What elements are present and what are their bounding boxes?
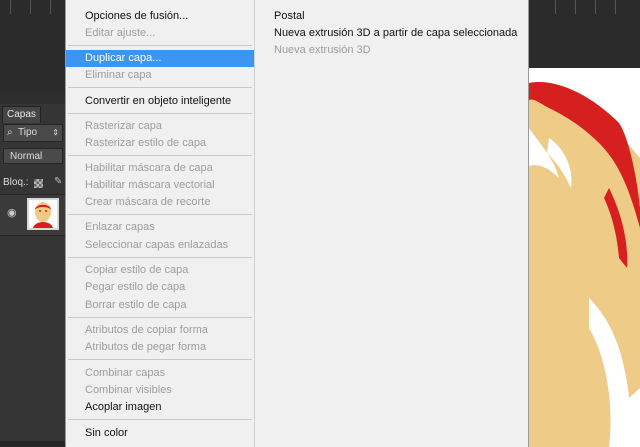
menu-item-duplicate-layer[interactable]: Duplicar capa... bbox=[66, 50, 254, 67]
ruler-tick bbox=[10, 0, 11, 14]
menu-separator bbox=[68, 257, 252, 258]
menu-separator bbox=[68, 214, 252, 215]
menu-separator bbox=[68, 155, 252, 156]
menu-separator bbox=[68, 359, 252, 360]
menu-item-enable-layer-mask[interactable]: Habilitar máscara de capa bbox=[66, 160, 254, 177]
ruler-tick bbox=[50, 0, 51, 14]
panel-footer bbox=[0, 441, 66, 447]
menu-item-flatten-image[interactable]: Acoplar imagen bbox=[66, 399, 254, 416]
submenu-3d: Postal Nueva extrusión 3D a partir de ca… bbox=[254, 0, 529, 447]
menu-item-enable-vector-mask[interactable]: Habilitar máscara vectorial bbox=[66, 177, 254, 194]
blend-mode-select[interactable]: Normal bbox=[3, 148, 63, 164]
layer-context-menu: Opciones de fusión... Editar ajuste... D… bbox=[65, 0, 255, 447]
tab-layers[interactable]: Capas bbox=[2, 106, 41, 123]
lock-pixels-icon[interactable]: ✎ bbox=[54, 176, 62, 187]
menu-item-copy-layer-style[interactable]: Copiar estilo de capa bbox=[66, 262, 254, 279]
ruler-tick bbox=[555, 0, 556, 14]
submenu-item-new-3d-extrusion-from-layer[interactable]: Nueva extrusión 3D a partir de capa sele… bbox=[274, 25, 517, 42]
layer-thumbnail[interactable] bbox=[27, 198, 59, 230]
poster-artwork bbox=[529, 82, 640, 447]
menu-separator bbox=[68, 317, 252, 318]
menu-item-delete-layer[interactable]: Eliminar capa bbox=[66, 67, 254, 84]
ruler-tick bbox=[595, 0, 596, 14]
ruler-tick bbox=[575, 0, 576, 14]
ruler-tick bbox=[615, 0, 616, 14]
eye-icon[interactable]: ◉ bbox=[7, 206, 17, 219]
thumbnail-portrait bbox=[29, 200, 57, 228]
submenu-item-postcard[interactable]: Postal bbox=[274, 8, 305, 25]
layer-filter-label: Tipo bbox=[18, 127, 38, 138]
menu-item-select-linked-layers[interactable]: Seleccionar capas enlazadas bbox=[66, 237, 254, 254]
menu-separator bbox=[68, 419, 252, 420]
lock-label: Bloq.: bbox=[3, 177, 29, 188]
menu-item-link-layers[interactable]: Enlazar capas bbox=[66, 219, 254, 236]
menu-item-rasterize-layer-style[interactable]: Rasterizar estilo de capa bbox=[66, 135, 254, 152]
menu-item-paste-shape-attributes[interactable]: Atributos de pegar forma bbox=[66, 339, 254, 356]
menu-item-no-color[interactable]: Sin color bbox=[66, 425, 254, 442]
chevron-updown-icon: ⇕ bbox=[52, 128, 59, 137]
menu-item-edit-adjustment[interactable]: Editar ajuste... bbox=[66, 25, 254, 42]
menu-separator bbox=[68, 113, 252, 114]
layers-panel: Capas ⌕ Tipo ⇕ Normal Bloq.: ✎ ◉ bbox=[0, 104, 66, 447]
menu-separator bbox=[68, 45, 252, 46]
menu-item-copy-shape-attributes[interactable]: Atributos de copiar forma bbox=[66, 322, 254, 339]
lock-transparency-icon[interactable] bbox=[34, 179, 43, 188]
ruler-tick bbox=[30, 0, 31, 14]
document-canvas[interactable] bbox=[529, 68, 640, 447]
menu-item-merge-layers[interactable]: Combinar capas bbox=[66, 365, 254, 382]
menu-item-merge-visible[interactable]: Combinar visibles bbox=[66, 382, 254, 399]
menu-item-paste-layer-style[interactable]: Pegar estilo de capa bbox=[66, 279, 254, 296]
layer-row[interactable]: ◉ bbox=[0, 194, 66, 236]
menu-item-clear-layer-style[interactable]: Borrar estilo de capa bbox=[66, 297, 254, 314]
layer-filter-select[interactable]: ⌕ Tipo ⇕ bbox=[3, 124, 63, 142]
search-icon: ⌕ bbox=[7, 127, 13, 138]
menu-item-rasterize-layer[interactable]: Rasterizar capa bbox=[66, 118, 254, 135]
menu-item-create-clipping-mask[interactable]: Crear máscara de recorte bbox=[66, 194, 254, 211]
menu-item-convert-smart-object[interactable]: Convertir en objeto inteligente bbox=[66, 93, 254, 110]
submenu-item-new-3d-extrusion[interactable]: Nueva extrusión 3D bbox=[274, 42, 371, 59]
menu-separator bbox=[68, 87, 252, 88]
menu-item-blending-options[interactable]: Opciones de fusión... bbox=[66, 8, 254, 25]
